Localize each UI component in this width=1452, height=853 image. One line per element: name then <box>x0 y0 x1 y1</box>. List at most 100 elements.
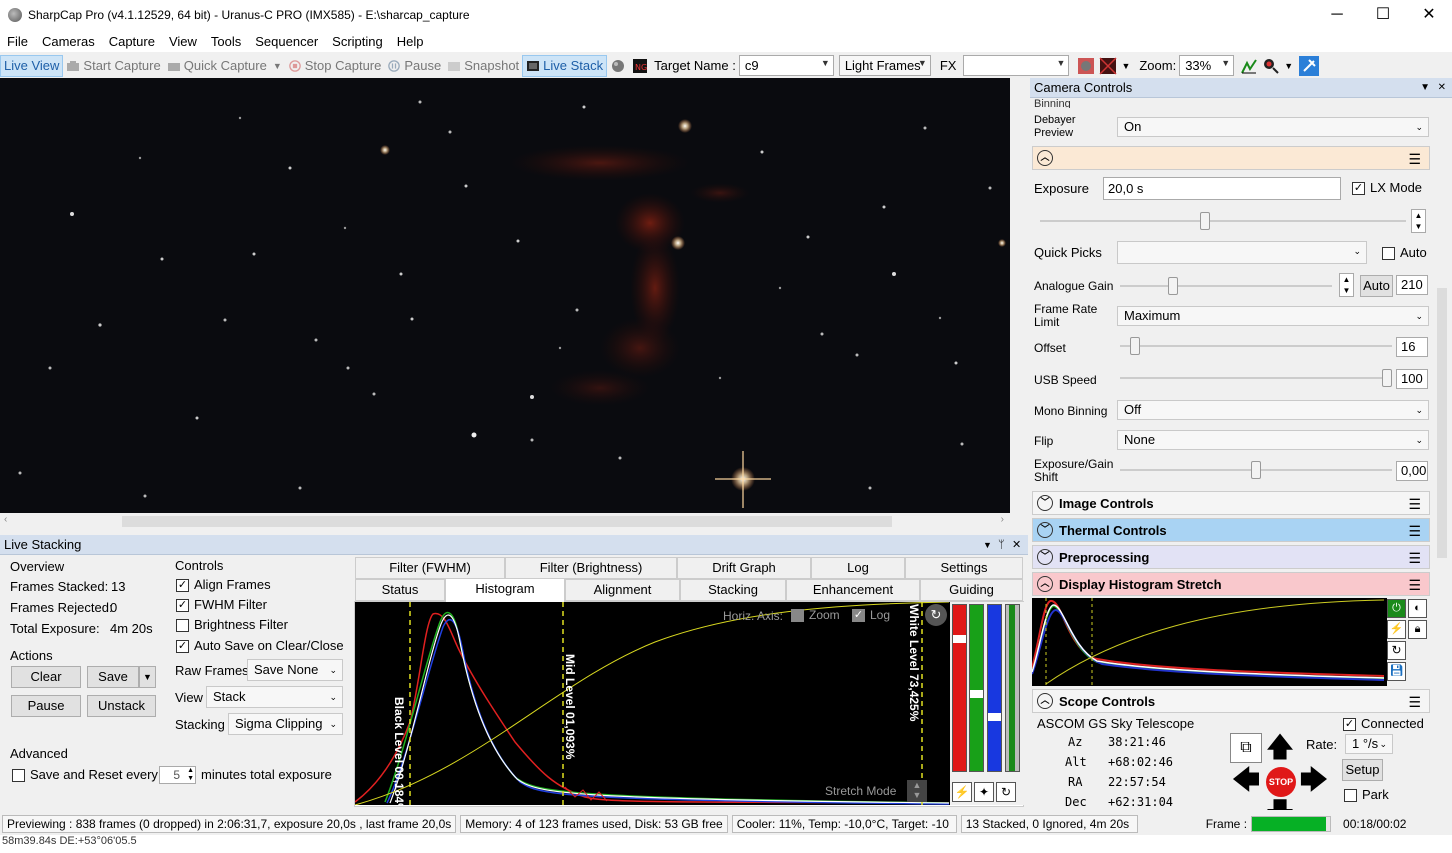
pin-icon[interactable]: ᛘ <box>998 539 1005 551</box>
menu-icon[interactable]: ☰ <box>1408 550 1421 567</box>
stacking-select[interactable]: Sigma Clipping ⌄ <box>228 713 343 735</box>
raw-frames-select[interactable]: Save None ⌄ <box>247 659 343 681</box>
mono-binning-select[interactable]: Off ⌄ <box>1117 400 1429 420</box>
live-view-button[interactable]: Live View <box>0 54 64 77</box>
save-icon[interactable]: 💾︎ <box>1387 662 1406 681</box>
auto-save-checkbox[interactable]: ✓ Auto Save on Clear/Close <box>176 638 344 654</box>
sparkle-icon[interactable]: ✦ <box>974 782 994 802</box>
park-checkbox[interactable]: Park <box>1344 787 1389 803</box>
frame-rate-select[interactable]: Maximum ⌄ <box>1117 306 1429 326</box>
offset-value-input[interactable]: 16 <box>1396 337 1428 357</box>
image-icon[interactable]: NG <box>632 58 648 74</box>
preprocessing-section[interactable]: ﹀ Preprocessing ☰ <box>1032 545 1430 569</box>
brightness-filter-checkbox[interactable]: Brightness Filter <box>176 617 288 633</box>
menu-icon[interactable]: ☰ <box>1408 694 1421 711</box>
connected-checkbox[interactable]: ✓ Connected <box>1343 716 1424 732</box>
close-button[interactable]: ✕ <box>1406 0 1452 30</box>
tab-histogram[interactable]: Histogram <box>445 578 565 602</box>
display-histogram-stretch-section[interactable]: ︿ Display Histogram Stretch ☰ <box>1032 572 1430 596</box>
quick-capture-button[interactable]: Quick Capture ▼ <box>164 55 285 77</box>
tab-settings[interactable]: Settings <box>905 557 1023 579</box>
menu-view[interactable]: View <box>162 34 204 49</box>
view-select[interactable]: Stack ⌄ <box>206 686 343 708</box>
menu-cameras[interactable]: Cameras <box>35 34 102 49</box>
stack-histogram-graph[interactable]: Horiz. Axis: Zoom ✓ Log Black Level 00,18… <box>355 602 950 805</box>
scope-controls-section[interactable]: ︿ Scope Controls ☰ <box>1032 689 1430 713</box>
fx-select[interactable]: ▼ <box>963 55 1070 76</box>
dropdown-arrow-icon[interactable]: ▼ <box>983 540 992 550</box>
gain-value-input[interactable]: 210 <box>1396 275 1428 295</box>
thermal-controls-section[interactable]: ﹀ Thermal Controls ☰ <box>1032 518 1430 542</box>
rate-select[interactable]: 1 °/s ⌄ <box>1345 734 1393 754</box>
reset-icon[interactable]: ↻ <box>996 782 1016 802</box>
pause-button[interactable]: Pause <box>384 55 444 77</box>
slider-handle[interactable] <box>970 690 983 698</box>
arrow-down-icon[interactable]: 🡇︎ <box>1264 799 1296 811</box>
camera-panel-scrollbar[interactable] <box>1434 278 1450 810</box>
unstack-button[interactable]: Unstack <box>87 695 156 717</box>
tab-status[interactable]: Status <box>355 579 445 601</box>
display-histogram-graph[interactable] <box>1031 598 1387 686</box>
image-viewer[interactable] <box>0 78 1010 513</box>
setup-button[interactable]: Setup <box>1342 759 1383 781</box>
egshift-value-input[interactable]: 0,00 <box>1396 461 1428 481</box>
exposure-gain-shift-slider[interactable] <box>1120 461 1392 479</box>
menu-tools[interactable]: Tools <box>204 34 248 49</box>
snapshot-button[interactable]: Snapshot <box>444 55 522 77</box>
zoom-checkbox[interactable]: Zoom <box>791 608 840 623</box>
start-capture-button[interactable]: Start Capture <box>63 55 163 77</box>
lx-mode-checkbox[interactable]: ✓ LX Mode <box>1352 180 1422 196</box>
quick-picks-select[interactable]: ⌄ <box>1117 241 1367 264</box>
save-button[interactable]: Save <box>87 666 139 688</box>
power-icon[interactable]: ⏻ <box>1387 599 1406 618</box>
fwhm-filter-checkbox[interactable]: ✓ FWHM Filter <box>176 597 267 613</box>
menu-sequencer[interactable]: Sequencer <box>248 34 325 49</box>
menu-scripting[interactable]: Scripting <box>325 34 390 49</box>
chevron-left-icon[interactable]: ‹ <box>4 514 7 525</box>
dropdown-arrow-icon[interactable]: ▼ <box>1420 82 1430 93</box>
tab-filter-brightness[interactable]: Filter (Brightness) <box>505 557 677 579</box>
image-controls-section[interactable]: ﹀ Image Controls ☰ <box>1032 491 1430 515</box>
tab-alignment[interactable]: Alignment <box>565 579 680 601</box>
menu-help[interactable]: Help <box>390 34 431 49</box>
viewer-horizontal-scrollbar[interactable]: ‹ › <box>0 513 1010 530</box>
reset-icon[interactable]: ↻ <box>925 604 947 626</box>
align-frames-checkbox[interactable]: ✓ Align Frames <box>176 577 271 593</box>
auto-checkbox[interactable]: Auto <box>1382 245 1427 261</box>
exposure-spinner[interactable]: ▲ ▼ <box>1411 209 1426 233</box>
gain-auto-button[interactable]: Auto <box>1360 275 1393 297</box>
tab-filter-fwhm[interactable]: Filter (FWHM) <box>355 557 505 579</box>
offset-slider[interactable] <box>1120 337 1392 355</box>
stop-capture-button[interactable]: Stop Capture <box>285 55 385 77</box>
camera-controls-section[interactable]: ︿ ☰ <box>1032 146 1430 170</box>
minimize-button[interactable]: ─ <box>1314 0 1360 30</box>
save-dropdown-button[interactable]: ▼ <box>139 666 156 688</box>
live-stack-button[interactable]: Live Stack <box>522 54 608 77</box>
save-reset-spinner[interactable]: 5 ▲ ▼ <box>159 766 196 784</box>
analogue-gain-slider[interactable] <box>1120 277 1332 295</box>
scroll-thumb[interactable] <box>122 516 892 527</box>
menu-capture[interactable]: Capture <box>102 34 162 49</box>
tab-log[interactable]: Log <box>811 557 905 579</box>
close-icon[interactable]: ✕ <box>1438 82 1446 93</box>
tab-enhancement[interactable]: Enhancement <box>786 579 920 601</box>
close-icon[interactable]: ✕ <box>1012 538 1021 551</box>
save-reset-checkbox[interactable]: Save and Reset every <box>12 767 158 783</box>
pause-stack-button[interactable]: Pause <box>11 695 81 717</box>
contrast-icon[interactable]: ◐ <box>1408 599 1427 618</box>
arrow-up-icon[interactable]: 🡅︎ <box>1264 733 1296 763</box>
sphere-icon[interactable] <box>610 58 626 74</box>
dropdown-arrow-icon[interactable]: ▼ <box>1284 61 1293 71</box>
slew-icon[interactable]: ⧉ <box>1230 733 1262 763</box>
slider-thumb[interactable] <box>1130 337 1141 355</box>
menu-icon[interactable]: ☰ <box>1408 151 1421 168</box>
slider-thumb[interactable] <box>1382 369 1392 387</box>
exposure-slider[interactable] <box>1040 212 1406 230</box>
chevron-right-icon[interactable]: › <box>1001 514 1004 525</box>
arrow-left-icon[interactable]: 🡄︎ <box>1230 766 1262 796</box>
menu-icon[interactable]: ☰ <box>1408 577 1421 594</box>
stop-button[interactable]: STOP <box>1266 767 1296 797</box>
pin-icon[interactable] <box>1299 55 1320 76</box>
slider-thumb[interactable] <box>1168 277 1179 295</box>
usb-speed-input[interactable]: 100 <box>1396 369 1428 389</box>
